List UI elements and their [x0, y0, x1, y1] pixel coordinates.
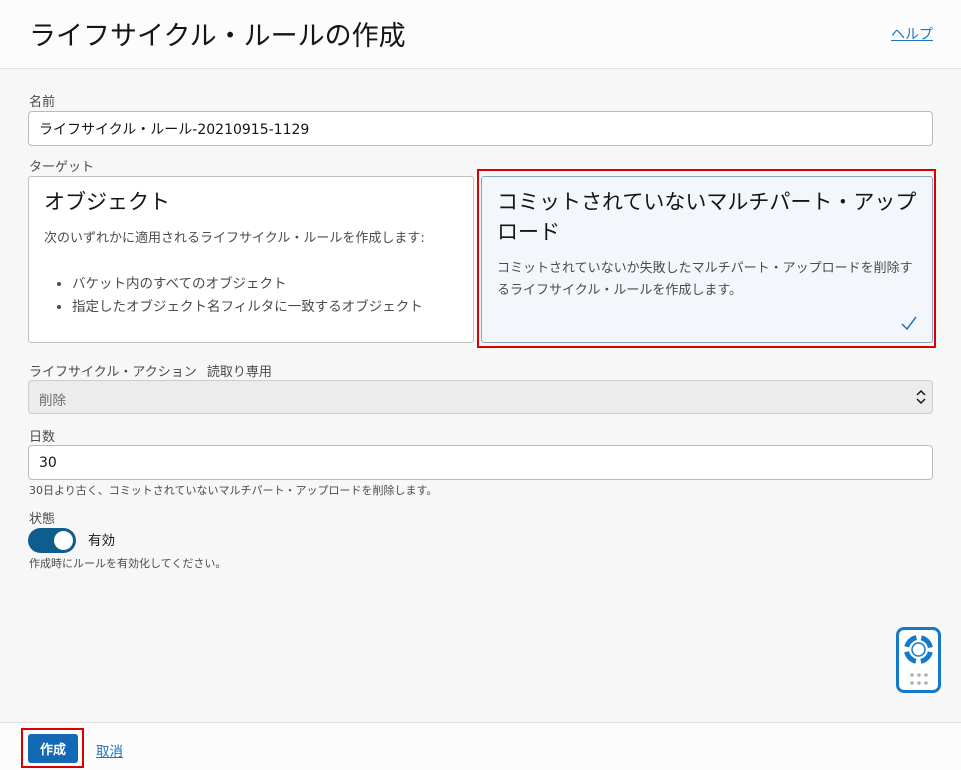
target-card-description: 次のいずれかに適用されるライフサイクル・ルールを作成します:	[44, 231, 425, 246]
cancel-link[interactable]: 取消	[96, 740, 123, 760]
help-widget[interactable]	[896, 627, 941, 693]
help-link[interactable]: ヘルプ	[891, 24, 933, 44]
state-toggle[interactable]	[28, 528, 76, 553]
target-card-title: コミットされていないマルチパート・アップロード	[497, 190, 917, 244]
target-card-bullets: バケット内のすべてのオブジェクト 指定したオブジェクト名フィルタに一致するオブジ…	[44, 273, 423, 319]
target-card-title: オブジェクト	[44, 190, 170, 214]
target-card-bullet: バケット内のすべてのオブジェクト	[72, 273, 423, 296]
action-label-text: ライフサイクル・アクション	[29, 365, 197, 380]
lifebuoy-icon	[903, 634, 934, 665]
days-label: 日数	[29, 430, 56, 445]
name-input[interactable]	[28, 111, 933, 146]
state-hint: 作成時にルールを有効化してください。	[29, 557, 227, 570]
action-select-value: 削除	[39, 393, 66, 409]
days-hint: 30日より古く、コミットされていないマルチパート・アップロードを削除します。	[29, 484, 438, 497]
target-card-bullet: 指定したオブジェクト名フィルタに一致するオブジェクト	[72, 296, 423, 319]
target-card-objects[interactable]: オブジェクト 次のいずれかに適用されるライフサイクル・ルールを作成します: バケ…	[28, 176, 474, 343]
action-label: ライフサイクル・アクション 読取り専用	[29, 361, 272, 380]
target-label: ターゲット	[29, 160, 95, 175]
name-label: 名前	[29, 95, 56, 110]
state-label: 状態	[29, 512, 56, 527]
chevron-up-down-icon	[916, 389, 926, 405]
grip-dots-icon[interactable]	[909, 672, 929, 686]
toggle-knob	[54, 531, 73, 550]
check-icon	[901, 316, 917, 331]
readonly-tag: 読取り専用	[206, 365, 272, 380]
action-select: 削除	[28, 380, 933, 414]
page-header: ライフサイクル・ルールの作成 ヘルプ	[0, 0, 961, 69]
page-footer	[0, 722, 961, 770]
state-toggle-label: 有効	[88, 533, 115, 549]
target-card-description: コミットされていないか失敗したマルチパート・アップロードを削除するライフサイクル…	[497, 261, 913, 298]
days-input[interactable]	[28, 445, 933, 480]
create-button[interactable]: 作成	[28, 734, 78, 763]
target-card-uncommitted-multipart[interactable]: コミットされていないマルチパート・アップロード コミットされていないか失敗したマ…	[481, 176, 933, 343]
page-title: ライフサイクル・ルールの作成	[29, 21, 406, 52]
